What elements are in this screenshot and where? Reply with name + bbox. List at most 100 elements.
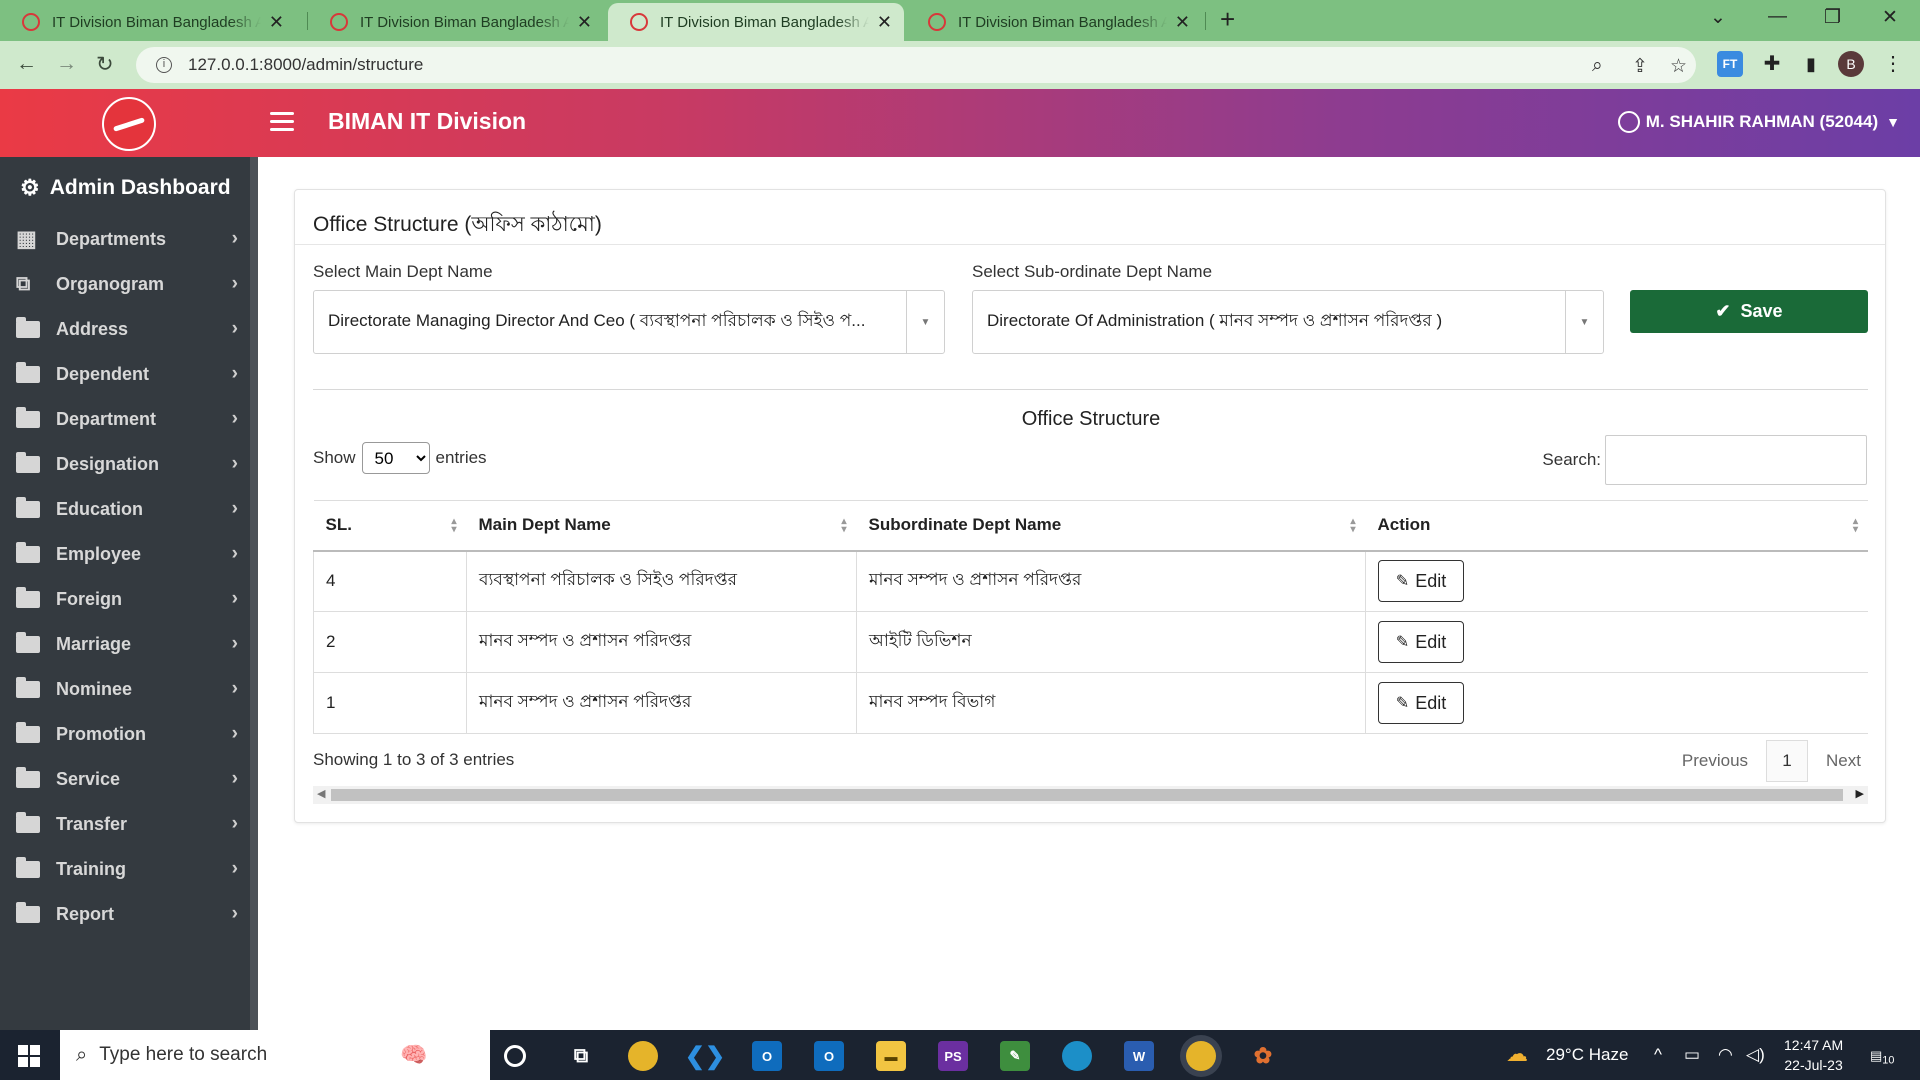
taskbar-search-box[interactable]: ⌕ Type here to search 🧠 xyxy=(60,1030,490,1080)
show-hidden-icons-icon[interactable]: ^ xyxy=(1654,1045,1662,1065)
biman-logo[interactable] xyxy=(102,97,156,151)
pagination-previous[interactable]: Previous xyxy=(1682,751,1748,771)
sub-dept-select[interactable]: Directorate Of Administration ( মানব সম্… xyxy=(972,290,1604,354)
close-window-button[interactable]: ✕ xyxy=(1882,6,1898,29)
close-tab-icon[interactable]: ✕ xyxy=(1175,12,1190,33)
sidebar-item-address[interactable]: Address › xyxy=(16,311,242,347)
column-header-sl[interactable]: SL. ▴ ▾ xyxy=(313,500,467,552)
new-tab-button[interactable]: + xyxy=(1220,4,1235,35)
vscode-icon[interactable]: ❮❯ xyxy=(685,1041,725,1071)
column-header-sub-dept[interactable]: Subordinate Dept Name ▴ ▾ xyxy=(856,500,1366,552)
browser-tab-2[interactable]: IT Division Biman Bangladesh Airlines✕ xyxy=(308,3,604,41)
spreadsheet-app-icon[interactable]: ✎ xyxy=(1000,1041,1030,1071)
task-view-icon[interactable]: ⧉ xyxy=(566,1041,596,1071)
browser-tab-3-active[interactable]: IT Division Biman Bangladesh Airlines✕ xyxy=(608,3,904,41)
sidebar-title[interactable]: ⚙ Admin Dashboard xyxy=(20,175,231,201)
sidebar-item-employee[interactable]: Employee › xyxy=(16,536,242,572)
close-tab-icon[interactable]: ✕ xyxy=(577,12,592,33)
sidebar-item-foreign[interactable]: Foreign › xyxy=(16,581,242,617)
sort-icon: ▴ ▾ xyxy=(1350,516,1356,535)
sidebar-item-nominee[interactable]: Nominee › xyxy=(16,671,242,707)
share-icon[interactable]: ⇪ xyxy=(1632,55,1648,78)
address-bar[interactable]: i 127.0.0.1:8000/admin/structure ⌕ ⇪ ☆ xyxy=(136,47,1696,83)
zoom-icon[interactable]: ⌕ xyxy=(1592,55,1603,77)
search-input[interactable] xyxy=(1605,435,1867,485)
side-panel-icon[interactable]: ▮ xyxy=(1798,51,1824,77)
edit-button[interactable]: ✎ Edit xyxy=(1378,682,1464,724)
search-highlight-brain-icon: 🧠 xyxy=(400,1042,428,1067)
save-button[interactable]: ✔ Save xyxy=(1630,290,1868,333)
sidebar-item-service[interactable]: Service › xyxy=(16,761,242,797)
battery-icon[interactable]: ▭ xyxy=(1684,1045,1700,1065)
back-icon[interactable]: ← xyxy=(16,52,37,76)
extension-ft-icon[interactable]: FT xyxy=(1717,51,1743,77)
folder-icon xyxy=(16,496,40,518)
sidebar-item-department[interactable]: Department › xyxy=(16,401,242,437)
profile-avatar[interactable]: B xyxy=(1838,51,1864,77)
chrome-profile-icon[interactable] xyxy=(1186,1041,1216,1071)
taskbar-clock[interactable]: 12:47 AM 22-Jul-23 xyxy=(1784,1035,1843,1075)
word-icon[interactable]: W xyxy=(1124,1041,1154,1071)
office-structure-table: SL. ▴ ▾ Main Dept Name ▴ ▾ Subordinate Dept … xyxy=(313,500,1868,734)
column-header-main-dept[interactable]: Main Dept Name ▴ ▾ xyxy=(466,500,857,552)
browser-tab-4[interactable]: IT Division Biman Bangladesh Airlines✕ xyxy=(906,3,1202,41)
dropdown-arrow-icon[interactable]: ▼ xyxy=(1565,291,1603,353)
maximize-button[interactable]: ❐ xyxy=(1824,6,1841,29)
wifi-icon[interactable]: ◠ xyxy=(1718,1045,1733,1065)
hamburger-menu-icon[interactable] xyxy=(270,112,294,136)
browser-menu-icon[interactable]: ⋮ xyxy=(1880,51,1906,77)
sidebar-item-report[interactable]: Report › xyxy=(16,896,242,932)
volume-icon[interactable]: ◁) xyxy=(1746,1045,1765,1065)
weather-text[interactable]: 29°C Haze xyxy=(1546,1045,1628,1065)
sidebar-item-organogram[interactable]: ⧉ Organogram › xyxy=(16,266,242,302)
sidebar-item-designation[interactable]: Designation › xyxy=(16,446,242,482)
sidebar-item-transfer[interactable]: Transfer › xyxy=(16,806,242,842)
scroll-right-icon[interactable]: ▶ xyxy=(1856,787,1864,800)
url-text[interactable]: 127.0.0.1:8000/admin/structure xyxy=(188,55,423,75)
user-menu[interactable]: M. SHAHIR RAHMAN (52044) ▼ xyxy=(1617,111,1900,133)
sidebar-item-promotion[interactable]: Promotion › xyxy=(16,716,242,752)
minimize-button[interactable]: — xyxy=(1768,6,1787,28)
close-tab-icon[interactable]: ✕ xyxy=(269,12,284,33)
sidebar-item-departments[interactable]: ▦ Departments › xyxy=(16,221,242,257)
pagination-next[interactable]: Next xyxy=(1826,751,1861,771)
scroll-left-icon[interactable]: ◀ xyxy=(317,787,325,800)
chrome-icon[interactable] xyxy=(628,1041,658,1071)
sidebar-item-training[interactable]: Training › xyxy=(16,851,242,887)
main-dept-label: Select Main Dept Name xyxy=(313,262,493,281)
folder-icon xyxy=(16,586,40,608)
sidebar-item-dependent[interactable]: Dependent › xyxy=(16,356,242,392)
reload-icon[interactable]: ↻ xyxy=(96,52,114,77)
clock-date: 22-Jul-23 xyxy=(1784,1057,1843,1073)
sidebar-item-education[interactable]: Education › xyxy=(16,491,242,527)
file-explorer-icon[interactable]: ▬ xyxy=(876,1041,906,1071)
cortana-icon[interactable] xyxy=(504,1045,526,1067)
close-tab-icon[interactable]: ✕ xyxy=(877,12,892,33)
folder-icon xyxy=(16,361,40,383)
sort-icon: ▴ ▾ xyxy=(841,516,847,535)
sidebar-item-marriage[interactable]: Marriage › xyxy=(16,626,242,662)
phpstorm-icon[interactable]: PS xyxy=(938,1041,968,1071)
browser-tab-1[interactable]: IT Division Biman Bangladesh Airlines✕ xyxy=(0,3,296,41)
weather-icon[interactable]: ☁ xyxy=(1506,1041,1528,1067)
bookmark-star-icon[interactable]: ☆ xyxy=(1670,55,1687,78)
paint-icon[interactable]: ✿ xyxy=(1248,1041,1278,1071)
outlook-pre-icon[interactable]: O xyxy=(752,1041,782,1071)
notification-center-icon[interactable]: ▤10 xyxy=(1870,1048,1894,1067)
scrollbar-thumb[interactable] xyxy=(331,789,1843,801)
edit-button[interactable]: ✎ Edit xyxy=(1378,560,1464,603)
edit-button[interactable]: ✎ Edit xyxy=(1378,621,1464,663)
column-header-action[interactable]: Action ▴ ▾ xyxy=(1365,500,1868,552)
pagination-page-1[interactable]: 1 xyxy=(1766,740,1809,782)
main-dept-select[interactable]: Directorate Managing Director And Ceo ( … xyxy=(313,290,945,354)
horizontal-scrollbar[interactable]: ◀ ▶ xyxy=(313,786,1868,804)
entries-select[interactable]: 50 xyxy=(361,442,430,474)
edge-icon[interactable] xyxy=(1062,1041,1092,1071)
site-info-icon[interactable]: i xyxy=(156,57,172,73)
dropdown-arrow-icon[interactable]: ▼ xyxy=(906,291,944,353)
windows-start-icon[interactable] xyxy=(18,1045,40,1067)
tab-search-icon[interactable]: ⌄ xyxy=(1710,6,1726,29)
extensions-puzzle-icon[interactable]: ✚ xyxy=(1759,51,1785,77)
forward-icon[interactable]: → xyxy=(56,52,77,76)
outlook-icon[interactable]: O xyxy=(814,1041,844,1071)
